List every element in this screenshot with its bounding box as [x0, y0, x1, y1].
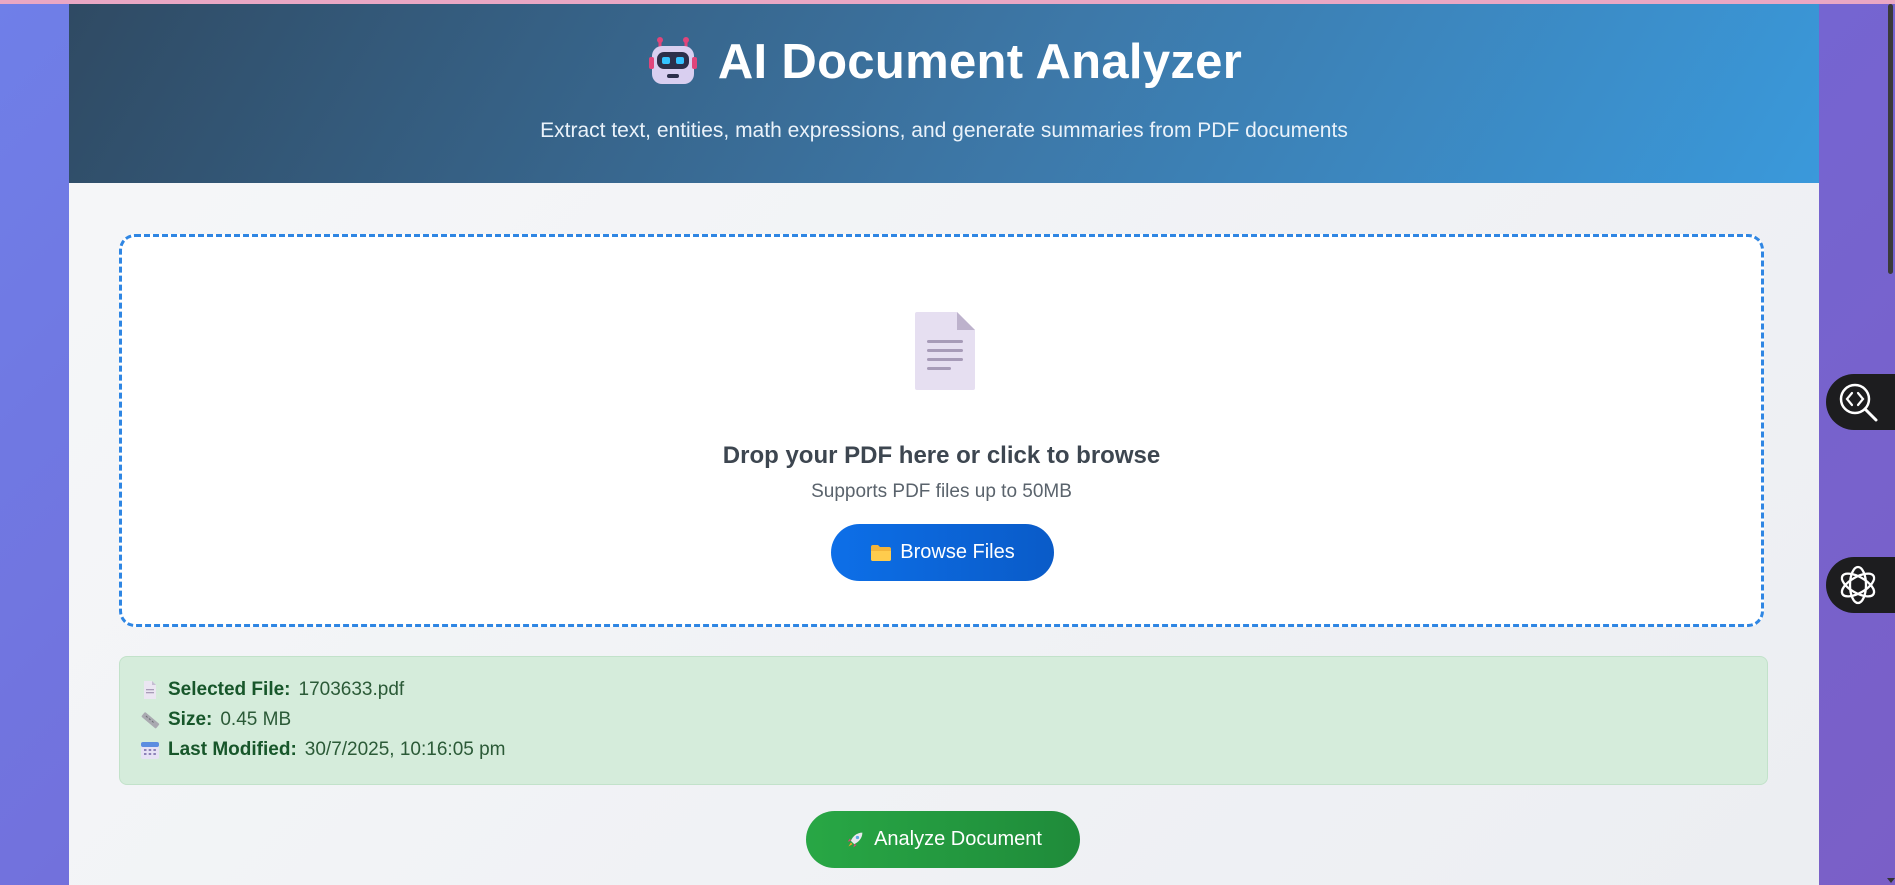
ruler-icon — [141, 712, 160, 729]
app-header: AI Document Analyzer Extract text, entit… — [69, 4, 1819, 183]
scroll-down-arrow-icon[interactable] — [1887, 878, 1895, 883]
analyze-document-button[interactable]: Analyze Document — [806, 811, 1080, 868]
file-size-label: Size: — [168, 709, 213, 730]
document-icon — [915, 312, 975, 390]
file-name-label: Selected File: — [168, 679, 291, 700]
analyze-document-label: Analyze Document — [874, 828, 1042, 850]
page-subtitle: Extract text, entities, math expressions… — [540, 119, 1348, 142]
rocket-icon — [847, 832, 863, 847]
browse-files-button[interactable]: Browse Files — [831, 524, 1054, 581]
calendar-icon — [141, 742, 159, 759]
openai-icon — [1840, 565, 1876, 605]
app-container: AI Document Analyzer Extract text, entit… — [69, 4, 1819, 885]
code-inspect-icon — [1839, 383, 1878, 422]
page-title: AI Document Analyzer — [717, 35, 1243, 89]
file-size-row: Size: 0.45 MB — [140, 709, 291, 731]
page-icon — [144, 681, 156, 699]
page-scrollbar[interactable] — [1886, 0, 1895, 885]
openai-widget[interactable] — [1826, 557, 1895, 613]
page-title-row: AI Document Analyzer — [69, 34, 1819, 90]
pdf-dropzone[interactable]: Drop your PDF here or click to browse Su… — [119, 234, 1764, 627]
file-name-row: Selected File: 1703633.pdf — [140, 679, 404, 701]
scrollbar-thumb[interactable] — [1888, 4, 1893, 274]
dropzone-title: Drop your PDF here or click to browse — [722, 442, 1161, 469]
dropzone-subtitle: Supports PDF files up to 50MB — [811, 481, 1072, 502]
file-name-value: 1703633.pdf — [298, 679, 405, 700]
code-inspect-widget[interactable] — [1826, 374, 1895, 430]
file-size-value: 0.45 MB — [220, 709, 292, 730]
robot-icon — [648, 37, 697, 84]
browse-files-label: Browse Files — [900, 541, 1015, 563]
file-modified-label: Last Modified: — [168, 739, 297, 760]
selected-file-info: Selected File: 1703633.pdf Size: 0.45 MB — [119, 656, 1768, 785]
file-modified-value: 30/7/2025, 10:16:05 pm — [304, 739, 506, 760]
file-modified-row: Last Modified: 30/7/2025, 10:16:05 pm — [140, 739, 506, 761]
folder-icon — [871, 544, 892, 561]
